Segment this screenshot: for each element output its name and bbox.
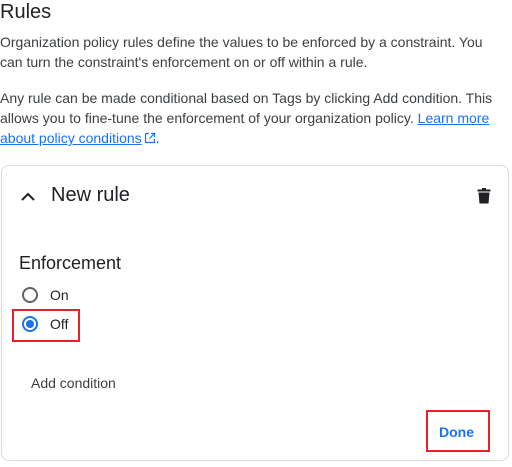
conditions-description: Any rule can be made conditional based o… <box>0 88 505 148</box>
chevron-up-icon <box>21 192 35 201</box>
radio-option-off[interactable]: Off <box>22 313 68 335</box>
radio-off-label: Off <box>50 316 69 332</box>
delete-rule-button[interactable] <box>472 184 496 208</box>
radio-off[interactable] <box>22 316 38 332</box>
rule-card: New rule Enforcement On Off Add conditio… <box>1 165 509 461</box>
external-link-icon <box>144 132 155 144</box>
conditions-description-suffix: . <box>155 130 160 146</box>
rules-description: Organization policy rules define the val… <box>0 34 483 70</box>
collapse-button[interactable] <box>16 185 40 209</box>
radio-on-label: On <box>50 287 69 303</box>
rule-title: New rule <box>51 184 130 206</box>
add-condition-button[interactable]: Add condition <box>31 373 116 393</box>
section-title: Rules <box>0 1 52 23</box>
enforcement-label: Enforcement <box>19 253 122 273</box>
radio-option-on[interactable]: On <box>22 284 69 306</box>
done-button[interactable]: Done <box>439 422 474 442</box>
trash-icon <box>477 188 491 204</box>
radio-on[interactable] <box>22 287 38 303</box>
